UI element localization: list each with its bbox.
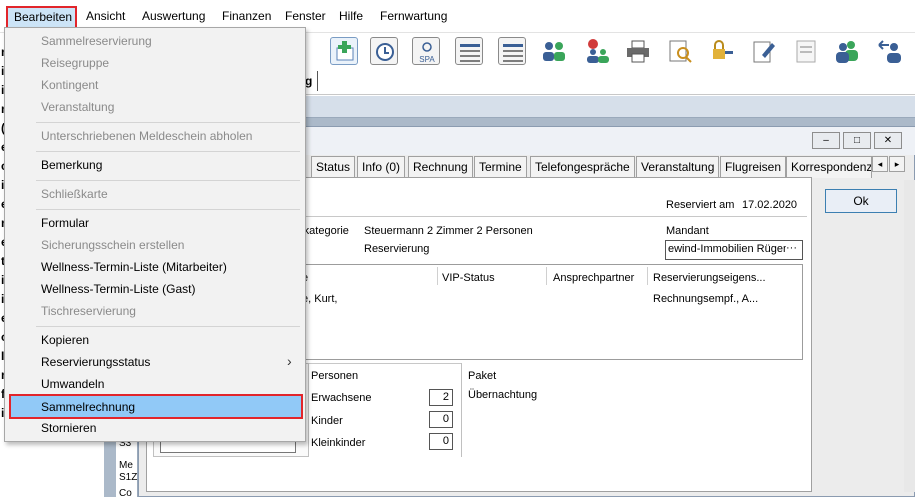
tab-termine[interactable]: Termine (474, 156, 527, 178)
menu-item-tischreservierung[interactable]: Tischreservierung (41, 304, 136, 318)
table-header: Reservierungseigens... (653, 272, 766, 284)
separator (300, 216, 807, 217)
menu-finanzen[interactable]: Finanzen (222, 9, 271, 23)
kinder-label: Kinder (311, 415, 343, 427)
menu-auswertung[interactable]: Auswertung (142, 9, 205, 23)
menu-item-stornieren[interactable]: Stornieren (41, 421, 96, 435)
tab-flugreisen[interactable]: Flugreisen (720, 156, 787, 178)
menu-item-wellness-gast[interactable]: Wellness-Termin-Liste (Gast) (41, 282, 195, 296)
menu-item-veranstaltung[interactable]: Veranstaltung (41, 100, 114, 114)
mandant-field[interactable]: ewind-Immobilien Rügen ··· (665, 240, 803, 260)
ok-button[interactable]: Ok (825, 189, 897, 213)
personen-label: Personen (311, 370, 359, 382)
people-group-icon[interactable] (540, 37, 568, 65)
user-arrow-icon[interactable] (875, 37, 903, 65)
tab-status[interactable]: Status (311, 156, 356, 178)
kategorie-label: rkategorie (300, 225, 349, 237)
maximize-button[interactable]: □ (843, 132, 871, 149)
kleinkinder-input[interactable]: 0 (429, 433, 453, 450)
menu-item-sammelrechnung[interactable]: Sammelrechnung (41, 400, 135, 414)
toolbar: SPA (300, 33, 915, 69)
edit-doc-icon[interactable] (750, 37, 778, 65)
header-divider (546, 267, 547, 285)
people-question-icon[interactable] (583, 37, 611, 65)
menu-item-wellness-mitarbeiter[interactable]: Wellness-Termin-Liste (Mitarbeiter) (41, 260, 227, 274)
menu-item-sicherungsschein[interactable]: Sicherungsschein erstellen (41, 238, 184, 252)
lower-right-box (461, 363, 807, 457)
printer-icon[interactable] (624, 37, 652, 65)
kinder-input[interactable]: 0 (429, 411, 453, 428)
paket-value: Übernachtung (468, 389, 538, 401)
chart-add-icon[interactable] (330, 37, 358, 65)
menu-item-kontingent[interactable]: Kontingent (41, 78, 98, 92)
table-cell: Rechnungsempf., A... (653, 293, 759, 305)
tab-scroll-right-icon[interactable]: ▸ (889, 156, 905, 172)
tab-rechnung[interactable]: Rechnung (408, 156, 473, 178)
reserved-label: Reserviert am (666, 199, 735, 211)
mdi-fragment: S1Z (119, 472, 138, 483)
reservierung-value: Reservierung (364, 243, 430, 255)
mdi-fragment: Co (119, 488, 132, 499)
menu-fernwartung[interactable]: Fernwartung (380, 9, 447, 23)
menu-separator (36, 209, 300, 210)
mandant-browse-button[interactable]: ··· (786, 242, 797, 254)
tab-veranstaltung[interactable]: Veranstaltung (636, 156, 720, 178)
menu-bearbeiten-label: Bearbeiten (14, 10, 73, 24)
menu-separator (36, 122, 300, 123)
menu-item-umwandeln[interactable]: Umwandeln (41, 377, 104, 391)
vertical-scrollbar[interactable] (904, 180, 915, 492)
form-g-icon[interactable] (498, 37, 526, 65)
tab-telefongespraeche[interactable]: Telefongespräche (530, 156, 635, 178)
menu-item-sammelreservierung[interactable]: Sammelreservierung (41, 34, 152, 48)
submenu-arrow-icon: › (287, 353, 292, 369)
secondary-bar-fragment: g (305, 74, 313, 88)
menu-item-bemerkung[interactable]: Bemerkung (41, 158, 102, 172)
kategorie-value: Steuermann 2 Zimmer 2 Personen (364, 225, 533, 237)
spa-label: SPA (419, 55, 435, 64)
menu-fenster[interactable]: Fenster (285, 9, 326, 23)
form-icon[interactable] (455, 37, 483, 65)
tab-korrespondenz[interactable]: Korrespondenz (786, 156, 872, 178)
paket-label: Paket (468, 370, 497, 382)
mdi-fragment: Me (119, 460, 133, 471)
header-divider (647, 267, 648, 285)
menu-bearbeiten[interactable]: Bearbeiten (6, 6, 77, 29)
menu-hilfe[interactable]: Hilfe (339, 9, 363, 23)
menu-item-meldeschein-abholen[interactable]: Unterschriebenen Meldeschein abholen (41, 129, 252, 143)
menu-item-schliesskarte[interactable]: Schließkarte (41, 187, 108, 201)
close-button[interactable]: ✕ (874, 132, 902, 149)
menu-separator (36, 326, 300, 327)
menu-item-reservierungsstatus[interactable]: Reservierungsstatus (41, 355, 150, 369)
header-divider (437, 267, 438, 285)
menu-separator (36, 151, 300, 152)
kleinkinder-label: Kleinkinder (311, 437, 366, 449)
minimize-button[interactable]: – (812, 132, 840, 149)
mandant-value: ewind-Immobilien Rügen (668, 243, 790, 255)
menu-ansicht[interactable]: Ansicht (86, 9, 125, 23)
menu-item-kopieren[interactable]: Kopieren (41, 333, 89, 347)
mandant-label: Mandant (666, 225, 709, 237)
menu-separator (36, 180, 300, 181)
menu-item-reisegruppe[interactable]: Reisegruppe (41, 56, 109, 70)
table-cell: e, Kurt, (302, 293, 338, 305)
erwachsene-label: Erwachsene (311, 392, 372, 404)
menu-item-formular[interactable]: Formular (41, 216, 89, 230)
spa-icon[interactable]: SPA (412, 37, 440, 65)
divider (317, 71, 318, 91)
secondary-bar: g (300, 69, 915, 95)
table-header: VIP-Status (442, 272, 495, 284)
clock-icon[interactable] (370, 37, 398, 65)
reserved-date: 17.02.2020 (742, 199, 798, 211)
tab-info[interactable]: Info (0) (357, 156, 406, 178)
search-doc-icon[interactable] (666, 37, 694, 65)
erwachsene-input[interactable]: 2 (429, 389, 453, 406)
lock-key-icon[interactable] (708, 37, 736, 65)
tab-scroll-left-icon[interactable]: ◂ (872, 156, 888, 172)
user-group-icon[interactable] (833, 37, 861, 65)
document-icon[interactable] (792, 37, 820, 65)
table-header: Ansprechpartner (553, 272, 635, 284)
